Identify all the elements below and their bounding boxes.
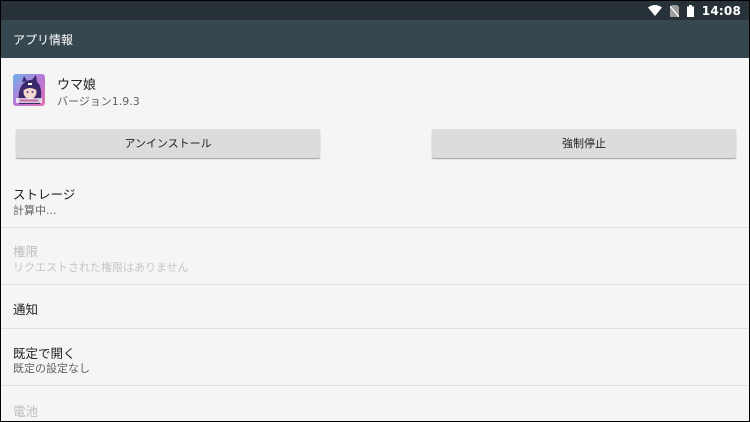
settings-item-summary: 計算中... — [13, 204, 57, 217]
settings-item-open-by-default[interactable]: 既定で開く 既定の設定なし — [1, 329, 749, 386]
settings-item-title: ストレージ — [13, 187, 76, 202]
settings-item-battery: 電池 — [1, 386, 749, 421]
status-bar: 14:08 — [1, 1, 749, 20]
app-header: ウマ娘 バージョン1.9.3 — [1, 58, 749, 120]
settings-item-permissions: 権限 リクエストされた権限はありません — [1, 228, 749, 285]
settings-item-title: 権限 — [13, 244, 39, 259]
app-info-screen: 14:08 アプリ情報 ウマ娘 バージョン1.9.3 アンインストール 強制停止… — [0, 0, 750, 422]
settings-item-title: 通知 — [13, 302, 39, 317]
settings-item-title: 電池 — [13, 404, 39, 419]
app-bar: アプリ情報 — [1, 20, 749, 58]
settings-item-notifications[interactable]: 通知 — [1, 285, 749, 329]
uninstall-button[interactable]: アンインストール — [16, 129, 320, 158]
app-icon — [13, 74, 45, 106]
battery-icon — [686, 4, 694, 17]
wifi-icon — [647, 5, 662, 16]
settings-item-summary: リクエストされた権限はありません — [13, 261, 189, 274]
status-icons: 14:08 — [647, 1, 741, 20]
force-stop-button[interactable]: 強制停止 — [432, 129, 736, 158]
clock: 14:08 — [701, 3, 741, 18]
app-version: バージョン1.9.3 — [57, 95, 140, 108]
page-title: アプリ情報 — [13, 32, 74, 47]
no-sim-icon — [669, 4, 679, 17]
settings-item-summary: 既定の設定なし — [13, 362, 90, 375]
app-name: ウマ娘 — [57, 78, 97, 93]
settings-item-storage[interactable]: ストレージ 計算中... — [1, 171, 749, 228]
